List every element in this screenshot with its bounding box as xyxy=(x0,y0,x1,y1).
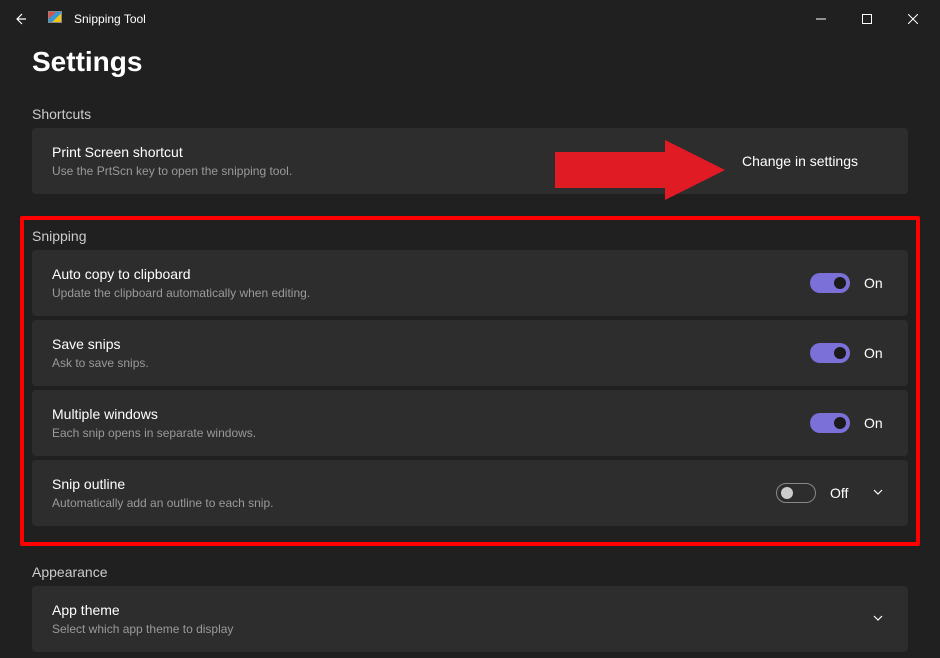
setting-title: Print Screen shortcut xyxy=(52,144,292,160)
setting-action: On xyxy=(810,273,888,293)
auto-copy-toggle[interactable] xyxy=(810,273,850,293)
shortcuts-section-label: Shortcuts xyxy=(32,106,908,122)
toggle-state-label: On xyxy=(864,415,888,431)
setting-title: Save snips xyxy=(52,336,149,352)
app-title: Snipping Tool xyxy=(74,12,798,26)
back-button[interactable] xyxy=(4,3,36,35)
toggle-state-label: On xyxy=(864,275,888,291)
save-snips-card: Save snips Ask to save snips. On xyxy=(32,320,908,386)
maximize-button[interactable] xyxy=(844,3,890,35)
chevron-down-icon xyxy=(872,612,884,624)
setting-desc: Use the PrtScn key to open the snipping … xyxy=(52,164,292,178)
app-theme-card[interactable]: App theme Select which app theme to disp… xyxy=(32,586,908,652)
close-button[interactable] xyxy=(890,3,936,35)
chevron-down-icon xyxy=(872,486,884,498)
setting-text: Auto copy to clipboard Update the clipbo… xyxy=(52,266,310,300)
maximize-icon xyxy=(862,14,872,24)
setting-action: On xyxy=(810,413,888,433)
setting-action: Change in settings xyxy=(742,153,888,169)
arrow-left-icon xyxy=(12,11,28,27)
close-icon xyxy=(908,14,918,24)
appearance-section-label: Appearance xyxy=(32,564,908,580)
setting-action: On xyxy=(810,343,888,363)
titlebar: Snipping Tool xyxy=(0,0,940,38)
highlight-annotation-box: Snipping Auto copy to clipboard Update t… xyxy=(20,216,920,546)
snip-outline-toggle[interactable] xyxy=(776,483,816,503)
setting-text: Print Screen shortcut Use the PrtScn key… xyxy=(52,144,292,178)
setting-title: App theme xyxy=(52,602,233,618)
expand-button[interactable] xyxy=(868,481,888,505)
setting-title: Multiple windows xyxy=(52,406,256,422)
setting-text: Save snips Ask to save snips. xyxy=(52,336,149,370)
expand-button[interactable] xyxy=(868,607,888,631)
setting-desc: Each snip opens in separate windows. xyxy=(52,426,256,440)
setting-desc: Automatically add an outline to each sni… xyxy=(52,496,273,510)
setting-text: Multiple windows Each snip opens in sepa… xyxy=(52,406,256,440)
snipping-section-label: Snipping xyxy=(32,228,908,244)
setting-action xyxy=(868,607,888,631)
multiple-windows-toggle[interactable] xyxy=(810,413,850,433)
minimize-button[interactable] xyxy=(798,3,844,35)
toggle-knob xyxy=(834,347,846,359)
toggle-state-label: Off xyxy=(830,485,854,501)
change-in-settings-link[interactable]: Change in settings xyxy=(742,153,888,169)
setting-desc: Ask to save snips. xyxy=(52,356,149,370)
setting-action: Off xyxy=(776,481,888,505)
setting-desc: Select which app theme to display xyxy=(52,622,233,636)
setting-text: App theme Select which app theme to disp… xyxy=(52,602,233,636)
content-area: Settings Shortcuts Print Screen shortcut… xyxy=(0,38,940,652)
setting-desc: Update the clipboard automatically when … xyxy=(52,286,310,300)
app-icon xyxy=(48,11,64,27)
toggle-knob xyxy=(781,487,793,499)
setting-title: Auto copy to clipboard xyxy=(52,266,310,282)
auto-copy-card: Auto copy to clipboard Update the clipbo… xyxy=(32,250,908,316)
toggle-knob xyxy=(834,277,846,289)
snip-outline-card[interactable]: Snip outline Automatically add an outlin… xyxy=(32,460,908,526)
minimize-icon xyxy=(816,14,826,24)
toggle-knob xyxy=(834,417,846,429)
print-screen-shortcut-card[interactable]: Print Screen shortcut Use the PrtScn key… xyxy=(32,128,908,194)
multiple-windows-card: Multiple windows Each snip opens in sepa… xyxy=(32,390,908,456)
setting-text: Snip outline Automatically add an outlin… xyxy=(52,476,273,510)
page-title: Settings xyxy=(32,46,908,78)
window-controls xyxy=(798,3,936,35)
setting-title: Snip outline xyxy=(52,476,273,492)
toggle-state-label: On xyxy=(864,345,888,361)
save-snips-toggle[interactable] xyxy=(810,343,850,363)
